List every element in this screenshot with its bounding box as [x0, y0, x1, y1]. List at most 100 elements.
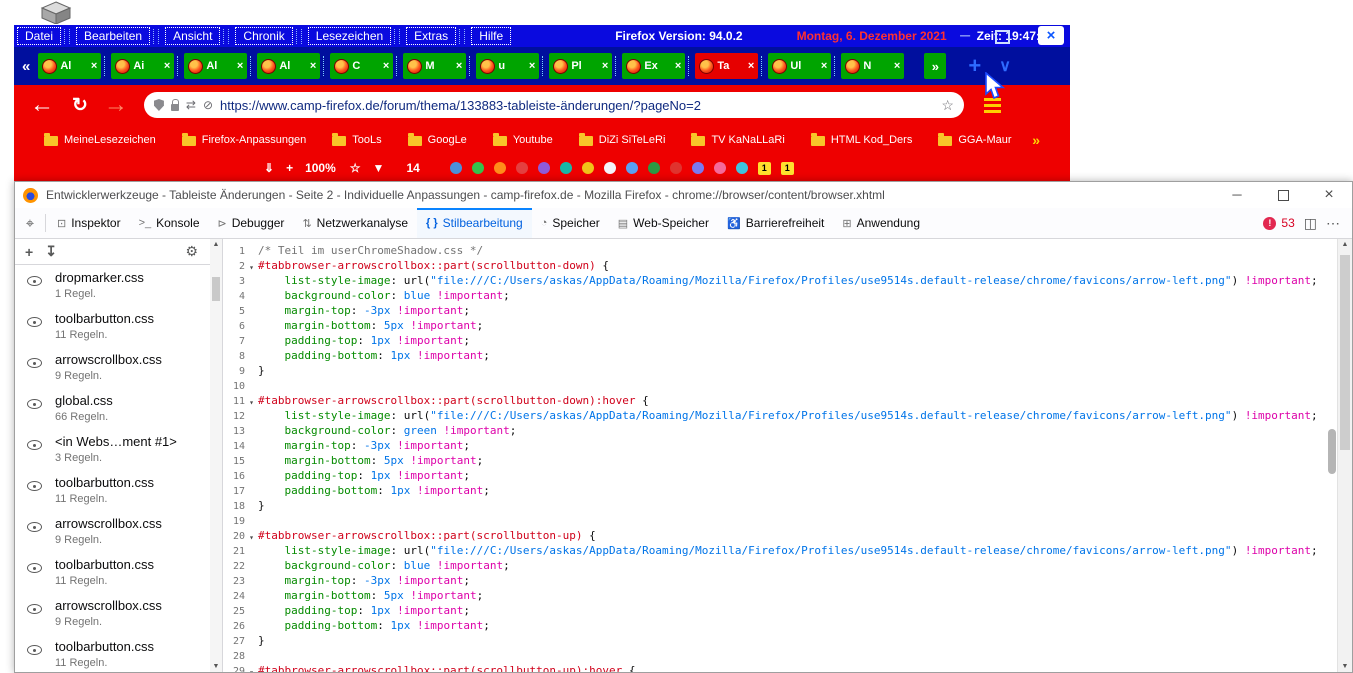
scrollbar-thumb[interactable]: [212, 277, 220, 301]
bookmark-folder[interactable]: GGA-Maur: [938, 134, 1011, 146]
sidebar-scrollbar[interactable]: ▲ ▼: [210, 239, 222, 672]
stylesheet-item[interactable]: toolbarbutton.css11 Regeln.: [15, 552, 222, 593]
extension-badge[interactable]: 1: [781, 162, 794, 175]
blocked-content-icon[interactable]: ⊘: [203, 98, 213, 112]
scroll-up-icon[interactable]: ▲: [210, 241, 222, 248]
browser-tab[interactable]: C×: [330, 53, 393, 79]
extension-icon[interactable]: [626, 162, 638, 174]
menu-item-chronik[interactable]: Chronik: [235, 27, 292, 45]
tab-close-button[interactable]: ×: [164, 60, 170, 72]
bookmark-star-icon[interactable]: ☆: [941, 97, 954, 114]
error-count[interactable]: 53: [1281, 216, 1294, 230]
fold-marker[interactable]: ▾: [245, 663, 258, 672]
editor-scrollbar-thumb[interactable]: [1328, 429, 1336, 474]
extension-icon[interactable]: [692, 162, 704, 174]
split-console-icon[interactable]: ◫: [1304, 215, 1317, 232]
visibility-eye-icon[interactable]: [27, 273, 43, 288]
new-tab-button[interactable]: +: [968, 55, 981, 77]
tab-inspector[interactable]: ⊡Inspektor: [48, 208, 130, 238]
browser-tab[interactable]: u×: [476, 53, 539, 79]
download-icon[interactable]: ⇓: [264, 161, 274, 175]
extension-icon[interactable]: [494, 162, 506, 174]
gear-icon[interactable]: ⚙: [185, 243, 198, 260]
tab-close-button[interactable]: ×: [821, 60, 827, 72]
dropdown-icon[interactable]: ▼: [373, 161, 385, 175]
stylesheet-item[interactable]: arrowscrollbox.css9 Regeln.: [15, 347, 222, 388]
browser-tab[interactable]: Ex×: [622, 53, 685, 79]
browser-tab[interactable]: N×: [841, 53, 904, 79]
extension-icon[interactable]: [736, 162, 748, 174]
extension-icon[interactable]: [450, 162, 462, 174]
back-button[interactable]: ←: [30, 91, 54, 119]
extension-icon[interactable]: [714, 162, 726, 174]
tab-debugger[interactable]: ⊳Debugger: [209, 208, 294, 238]
tab-close-button[interactable]: ×: [91, 60, 97, 72]
bookmark-folder[interactable]: DiZi SiTeLeRi: [579, 134, 666, 146]
stylesheet-item[interactable]: arrowscrollbox.css9 Regeln.: [15, 593, 222, 634]
tab-close-button[interactable]: ×: [675, 60, 681, 72]
maximize-button[interactable]: [995, 30, 1010, 44]
bookmarks-overflow-button[interactable]: »: [1032, 132, 1040, 148]
add-icon[interactable]: +: [286, 161, 293, 175]
tab-close-button[interactable]: ×: [894, 60, 900, 72]
devtools-titlebar[interactable]: Entwicklerwerkzeuge - Tableiste Änderung…: [15, 182, 1352, 208]
tab-memory[interactable]: ◔Speicher: [532, 208, 609, 238]
tab-network[interactable]: ⇅Netzwerkanalyse: [293, 208, 417, 238]
visibility-eye-icon[interactable]: [27, 478, 43, 493]
browser-tab[interactable]: Ul×: [768, 53, 831, 79]
extension-icon[interactable]: [538, 162, 550, 174]
tab-application[interactable]: ⊞Anwendung: [833, 208, 929, 238]
tab-close-button[interactable]: ×: [602, 60, 608, 72]
menu-item-bearbeiten[interactable]: Bearbeiten: [76, 27, 150, 45]
import-stylesheet-icon[interactable]: ↧: [45, 243, 57, 260]
visibility-eye-icon[interactable]: [27, 601, 43, 616]
devtools-scrollbar[interactable]: ▲ ▼: [1337, 239, 1352, 672]
bookmark-folder[interactable]: TV KaNaLLaRi: [691, 134, 784, 146]
error-badge-icon[interactable]: !: [1263, 217, 1276, 230]
permissions-icon[interactable]: ⇄: [186, 98, 196, 112]
stylesheet-item[interactable]: arrowscrollbox.css9 Regeln.: [15, 511, 222, 552]
visibility-eye-icon[interactable]: [27, 519, 43, 534]
browser-tab[interactable]: Ai×: [111, 53, 174, 79]
visibility-eye-icon[interactable]: [27, 560, 43, 575]
tab-close-button[interactable]: ×: [383, 60, 389, 72]
visibility-eye-icon[interactable]: [27, 396, 43, 411]
bookmark-folder[interactable]: Youtube: [493, 134, 553, 146]
bookmark-icon[interactable]: ☆: [350, 161, 361, 175]
visibility-eye-icon[interactable]: [27, 314, 43, 329]
devtools-close-button[interactable]: ×: [1306, 182, 1352, 208]
scroll-tabs-left-button[interactable]: «: [22, 58, 30, 75]
scrollbar-thumb[interactable]: [1340, 255, 1350, 450]
fold-marker[interactable]: ▾: [245, 528, 258, 543]
menu-item-hilfe[interactable]: Hilfe: [471, 27, 511, 45]
menu-item-lesezeichen[interactable]: Lesezeichen: [308, 27, 391, 45]
browser-tab[interactable]: Al×: [184, 53, 247, 79]
fold-marker[interactable]: ▾: [245, 393, 258, 408]
stylesheet-item[interactable]: toolbarbutton.css11 Regeln.: [15, 306, 222, 347]
browser-tab[interactable]: Ta×: [695, 53, 758, 79]
bookmark-folder[interactable]: TooLs: [332, 134, 381, 146]
browser-tab[interactable]: Al×: [257, 53, 320, 79]
scroll-up-icon[interactable]: ▲: [1339, 241, 1351, 248]
stylesheet-item[interactable]: toolbarbutton.css11 Regeln.: [15, 634, 222, 673]
tab-close-button[interactable]: ×: [310, 60, 316, 72]
visibility-eye-icon[interactable]: [27, 437, 43, 452]
bookmark-folder[interactable]: GoogLe: [408, 134, 467, 146]
url-bar[interactable]: ⇄ ⊘ https://www.camp-firefox.de/forum/th…: [144, 92, 964, 118]
visibility-eye-icon[interactable]: [27, 642, 43, 657]
menu-item-extras[interactable]: Extras: [406, 27, 456, 45]
bookmark-folder[interactable]: Firefox-Anpassungen: [182, 134, 307, 146]
stylesheet-item[interactable]: dropmarker.css1 Regel.: [15, 265, 222, 306]
stylesheet-item[interactable]: toolbarbutton.css11 Regeln.: [15, 470, 222, 511]
tab-close-button[interactable]: ×: [748, 60, 754, 72]
reload-button[interactable]: ↻: [72, 94, 88, 117]
extension-icon[interactable]: [670, 162, 682, 174]
tab-storage[interactable]: ▤Web-Speicher: [609, 208, 718, 238]
extension-icon[interactable]: [582, 162, 594, 174]
url-input[interactable]: https://www.camp-firefox.de/forum/thema/…: [220, 98, 934, 113]
bookmark-folder[interactable]: HTML Kod_Ders: [811, 134, 913, 146]
desktop-shortcut-icon[interactable]: [36, 0, 76, 24]
meatball-menu-icon[interactable]: ⋯: [1326, 215, 1340, 232]
extension-icon[interactable]: [648, 162, 660, 174]
tab-console[interactable]: >_Konsole: [130, 208, 209, 238]
